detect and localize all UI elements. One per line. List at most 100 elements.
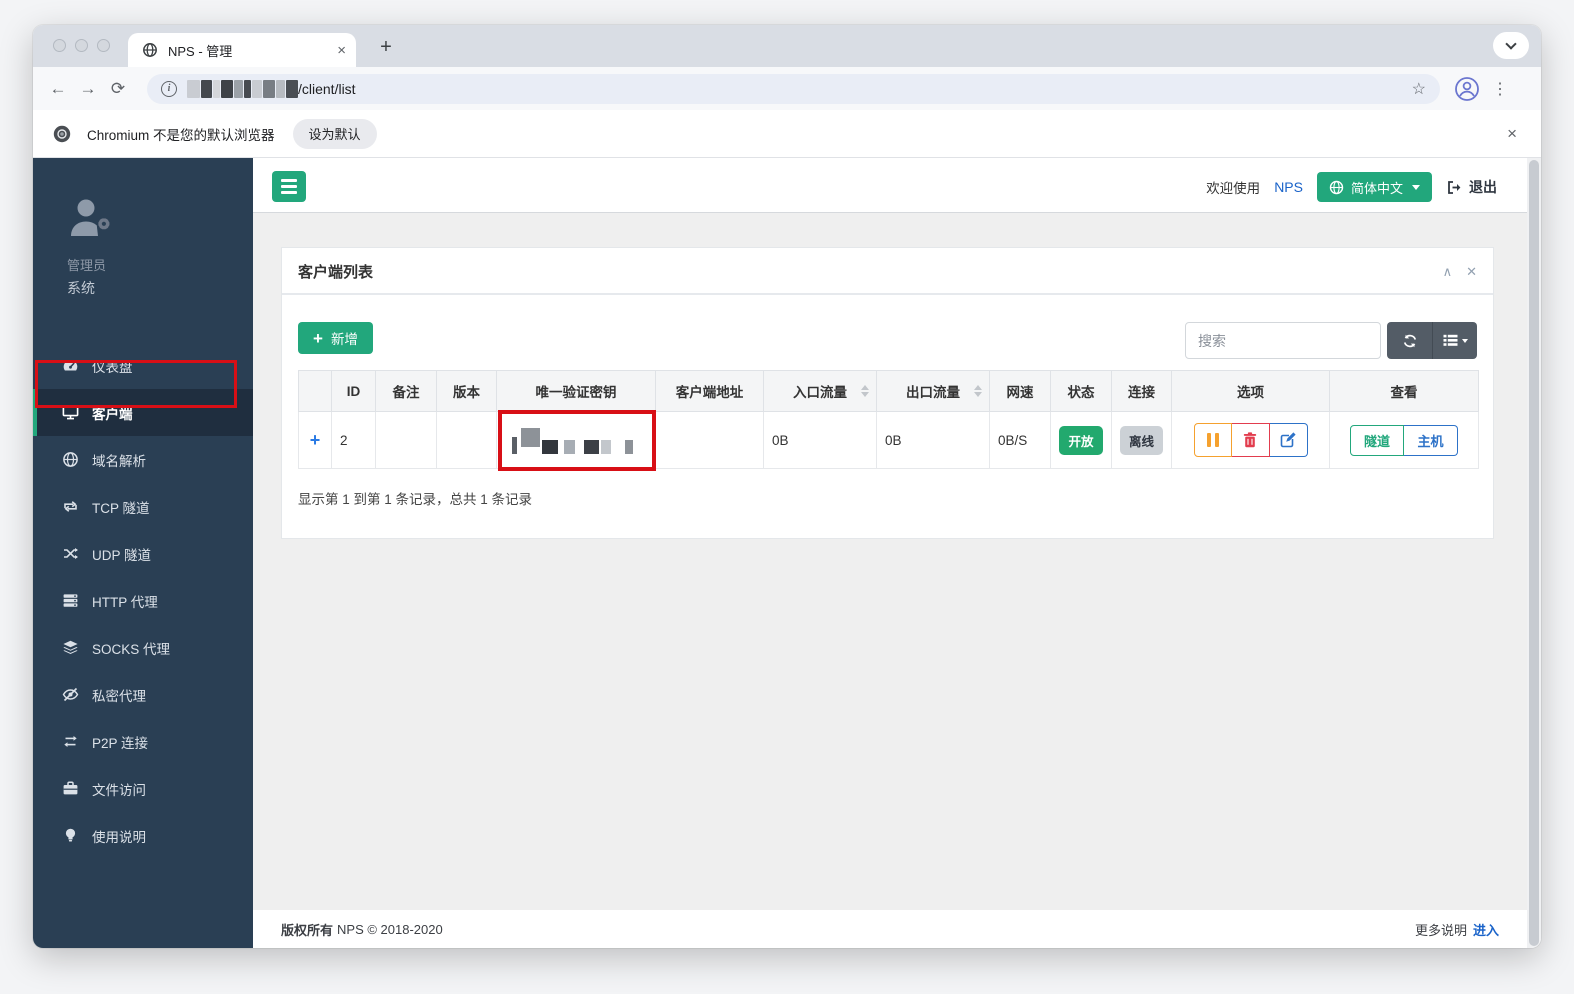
sidebar-item-socks-proxy[interactable]: SOCKS 代理 — [33, 624, 253, 671]
sidebar-menu: 仪表盘 客户端 域名解析 TCP 隧道 UDP 隧道 HTTP 代理 SOCKS… — [33, 342, 253, 859]
clients-table: ID 备注 版本 唯一验证密钥 客户端地址 入口流量 出口流量 网速 状态 连接… — [298, 370, 1479, 471]
col-version: 版本 — [436, 370, 497, 412]
pause-icon — [1206, 433, 1219, 447]
sidebar-item-p2p[interactable]: P2P 连接 — [33, 718, 253, 765]
server-icon — [63, 594, 78, 607]
sidebar-item-tcp-tunnel[interactable]: TCP 隧道 — [33, 483, 253, 530]
logout-link[interactable]: 退出 — [1446, 177, 1497, 197]
refresh-button[interactable] — [1387, 322, 1432, 359]
cell-address — [655, 411, 764, 469]
user-block: 管理员 系统 — [33, 158, 253, 298]
edit-icon — [1280, 432, 1296, 448]
sidebar-item-label: 私密代理 — [92, 688, 146, 704]
retweet-icon — [64, 501, 77, 512]
delete-button[interactable] — [1231, 423, 1270, 457]
close-window-button[interactable] — [53, 39, 66, 52]
layers-icon — [63, 640, 78, 654]
back-button[interactable]: ← — [43, 74, 73, 104]
connection-badge: 离线 — [1119, 425, 1163, 455]
sidebar-item-domains[interactable]: 域名解析 — [33, 436, 253, 483]
reload-button[interactable]: ⟳ — [103, 74, 133, 104]
exchange-icon — [64, 736, 77, 747]
sidebar-item-label: 文件访问 — [92, 782, 146, 798]
page-scrollbar[interactable] — [1527, 158, 1541, 948]
sidebar-item-help[interactable]: 使用说明 — [33, 812, 253, 859]
col-remark: 备注 — [375, 370, 437, 412]
col-traffic-in[interactable]: 入口流量 — [763, 370, 877, 412]
redacted-url-host — [187, 79, 298, 98]
top-nav: 欢迎使用 NPS 简体中文 退出 — [253, 158, 1541, 213]
host-button[interactable]: 主机 — [1404, 424, 1458, 456]
cell-speed: 0B/S — [989, 411, 1051, 469]
caret-down-icon — [1412, 184, 1420, 190]
menu-toggle-button[interactable] — [272, 171, 306, 202]
tab-search-button[interactable] — [1493, 32, 1529, 59]
scrollbar-thumb[interactable] — [1529, 160, 1539, 946]
enter-link[interactable]: 进入 — [1473, 920, 1499, 939]
row-options — [1193, 423, 1308, 457]
tab-title: NPS - 管理 — [168, 43, 233, 59]
record-summary: 显示第 1 到第 1 条记录，总共 1 条记录 — [298, 492, 533, 507]
add-client-button[interactable]: + 新增 — [298, 322, 373, 354]
traffic-lights[interactable] — [53, 39, 110, 52]
browser-tab[interactable]: NPS - 管理 × — [128, 33, 356, 67]
sidebar-item-file-access[interactable]: 文件访问 — [33, 765, 253, 812]
briefcase-icon — [63, 781, 78, 795]
nps-app: 管理员 系统 仪表盘 客户端 域名解析 TCP 隧道 UDP 隧道 HTTP 代… — [33, 158, 1541, 948]
sidebar-item-udp-tunnel[interactable]: UDP 隧道 — [33, 530, 253, 577]
col-traffic-out[interactable]: 出口流量 — [876, 370, 990, 412]
globe-icon — [1329, 180, 1344, 194]
notification-bar: Chromium 不是您的默认浏览器 设为默认 × — [33, 110, 1541, 158]
notification-close-icon[interactable]: × — [1507, 124, 1517, 144]
sort-icon[interactable] — [861, 385, 869, 397]
close-panel-icon[interactable]: ✕ — [1466, 264, 1477, 280]
zoom-window-button[interactable] — [97, 39, 110, 52]
user-role: 管理员 — [67, 258, 107, 273]
browser-menu-icon[interactable]: ⋮ — [1492, 79, 1508, 99]
sidebar-item-label: P2P 连接 — [92, 735, 149, 751]
bookmark-star-icon[interactable]: ☆ — [1412, 79, 1426, 99]
new-tab-button[interactable]: + — [371, 33, 401, 63]
edit-button[interactable] — [1269, 423, 1308, 457]
tunnel-button[interactable]: 隧道 — [1350, 424, 1404, 456]
shuffle-icon — [64, 548, 78, 559]
tab-close-icon[interactable]: × — [337, 42, 346, 59]
language-button[interactable]: 简体中文 — [1316, 172, 1432, 202]
cell-remark — [375, 411, 437, 469]
sidebar-item-label: 域名解析 — [92, 453, 146, 469]
forward-button[interactable]: → — [73, 74, 103, 104]
expand-row-icon[interactable]: + — [310, 430, 321, 450]
set-default-button[interactable]: 设为默认 — [292, 118, 377, 149]
col-speed: 网速 — [989, 370, 1051, 412]
brand-link[interactable]: NPS — [1274, 179, 1303, 195]
sidebar-item-http-proxy[interactable]: HTTP 代理 — [33, 577, 253, 624]
sidebar-item-clients[interactable]: 客户端 — [33, 389, 253, 436]
url-path: /client/list — [298, 80, 356, 97]
panel-title: 客户端列表 — [298, 264, 374, 281]
copyright-label: 版权所有 — [281, 922, 334, 938]
globe-favicon-icon — [143, 43, 157, 57]
sidebar-item-label: 使用说明 — [92, 829, 146, 845]
welcome-text: 欢迎使用 — [1206, 181, 1261, 196]
globe-icon — [63, 452, 78, 467]
columns-button[interactable] — [1432, 322, 1477, 359]
sidebar-item-secret-proxy[interactable]: 私密代理 — [33, 671, 253, 718]
sidebar-item-dashboard[interactable]: 仪表盘 — [33, 342, 253, 389]
browser-toolbar: ← → ⟳ i /client/list ☆ ⋮ — [33, 67, 1541, 110]
collapse-panel-icon[interactable]: ∧ — [1443, 264, 1453, 280]
profile-icon[interactable] — [1454, 76, 1480, 102]
search-input[interactable] — [1185, 322, 1381, 359]
url-bar[interactable]: i /client/list ☆ — [147, 73, 1440, 104]
caret-down-icon — [1461, 338, 1468, 343]
notification-text: Chromium 不是您的默认浏览器 — [87, 127, 275, 143]
col-id: ID — [331, 370, 376, 412]
main-area: 欢迎使用 NPS 简体中文 退出 客户端列表 ∧ ✕ + 新增 搜索 ID 备注… — [253, 158, 1541, 948]
site-info-icon[interactable]: i — [161, 80, 177, 97]
plus-icon: + — [313, 328, 323, 348]
sort-icon[interactable] — [974, 385, 982, 397]
pause-button[interactable] — [1193, 423, 1232, 457]
col-view: 查看 — [1329, 370, 1479, 412]
status-badge: 开放 — [1059, 425, 1103, 455]
tab-strip: NPS - 管理 × + — [33, 25, 1541, 67]
minimize-window-button[interactable] — [75, 39, 88, 52]
